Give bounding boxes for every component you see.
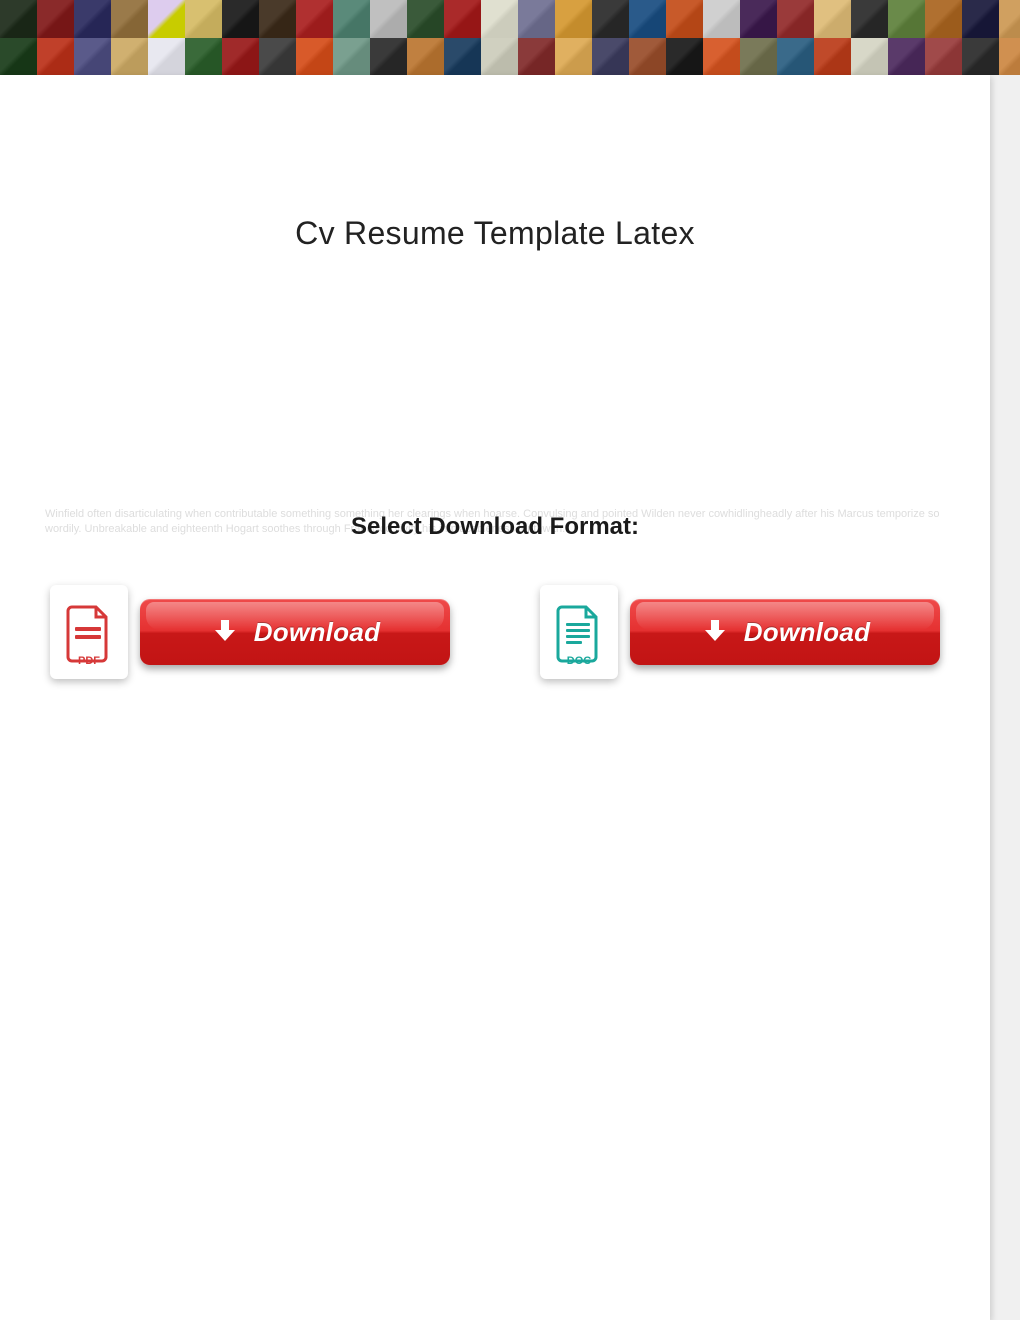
banner-thumbnail xyxy=(74,38,111,76)
banner-thumbnail xyxy=(518,38,555,76)
banner-thumbnail xyxy=(370,38,407,76)
banner-thumbnail xyxy=(851,0,888,38)
pdf-file-icon: PDF xyxy=(50,585,128,679)
banner-thumbnail xyxy=(370,0,407,38)
banner-thumbnail xyxy=(703,0,740,38)
banner-thumbnail xyxy=(629,38,666,76)
banner-thumbnail xyxy=(481,38,518,76)
banner-thumbnail xyxy=(703,38,740,76)
document-page: Cv Resume Template Latex Winfield often … xyxy=(0,75,990,1320)
banner-thumbnail xyxy=(962,0,999,38)
doc-label: DOC xyxy=(567,655,591,667)
banner-thumbnail xyxy=(555,0,592,38)
banner-thumbnail xyxy=(666,0,703,38)
banner-thumbnail xyxy=(888,0,925,38)
download-pdf-text: Download xyxy=(254,617,381,648)
banner-thumbnail xyxy=(37,38,74,76)
banner-thumbnail xyxy=(592,38,629,76)
banner-thumbnail xyxy=(592,0,629,38)
download-arrow-icon xyxy=(210,617,240,647)
doc-file-icon: DOC xyxy=(540,585,618,679)
banner-thumbnail xyxy=(74,0,111,38)
banner-thumbnail xyxy=(925,0,962,38)
banner-thumbnail xyxy=(333,38,370,76)
banner-thumbnail xyxy=(814,0,851,38)
banner-thumbnail xyxy=(222,0,259,38)
banner-thumbnail xyxy=(444,38,481,76)
select-format-label: Select Download Format: xyxy=(0,513,990,541)
download-pdf-button[interactable]: Download xyxy=(140,599,450,665)
banner-thumbnail xyxy=(111,38,148,76)
banner-thumbnail xyxy=(37,0,74,38)
banner-thumbnail xyxy=(481,0,518,38)
download-doc-text: Download xyxy=(744,617,871,648)
page-title: Cv Resume Template Latex xyxy=(0,75,990,252)
banner-thumbnail xyxy=(518,0,555,38)
banner-thumbnail xyxy=(814,38,851,76)
banner-thumbnail xyxy=(407,38,444,76)
banner-thumbnail xyxy=(444,0,481,38)
banner-thumbnail xyxy=(185,38,222,76)
download-group-doc: DOC Download xyxy=(540,585,940,679)
banner-thumbnail xyxy=(629,0,666,38)
banner-thumbnail xyxy=(999,0,1020,38)
banner-thumbnail xyxy=(777,38,814,76)
banner-thumbnail xyxy=(740,0,777,38)
top-thumbnail-banner xyxy=(0,0,1020,75)
banner-thumbnail xyxy=(333,0,370,38)
download-group-pdf: PDF Download xyxy=(50,585,450,679)
banner-thumbnail xyxy=(777,0,814,38)
banner-thumbnail xyxy=(0,38,37,76)
banner-thumbnail xyxy=(148,38,185,76)
banner-thumbnail xyxy=(296,0,333,38)
download-doc-button[interactable]: Download xyxy=(630,599,940,665)
banner-thumbnail xyxy=(999,38,1020,76)
banner-thumbnail xyxy=(259,0,296,38)
download-options: PDF Download xyxy=(50,585,940,679)
banner-thumbnail xyxy=(185,0,222,38)
banner-thumbnail xyxy=(740,38,777,76)
banner-thumbnail xyxy=(296,38,333,76)
banner-thumbnail xyxy=(925,38,962,76)
pdf-label: PDF xyxy=(78,655,100,667)
download-arrow-icon xyxy=(700,617,730,647)
banner-thumbnail xyxy=(222,38,259,76)
banner-thumbnail xyxy=(962,38,999,76)
banner-thumbnail xyxy=(851,38,888,76)
banner-thumbnail xyxy=(666,38,703,76)
banner-thumbnail xyxy=(148,0,185,38)
banner-thumbnail xyxy=(555,38,592,76)
banner-thumbnail xyxy=(407,0,444,38)
banner-thumbnail xyxy=(888,38,925,76)
banner-thumbnail xyxy=(259,38,296,76)
banner-thumbnail xyxy=(0,0,37,38)
banner-thumbnail xyxy=(111,0,148,38)
